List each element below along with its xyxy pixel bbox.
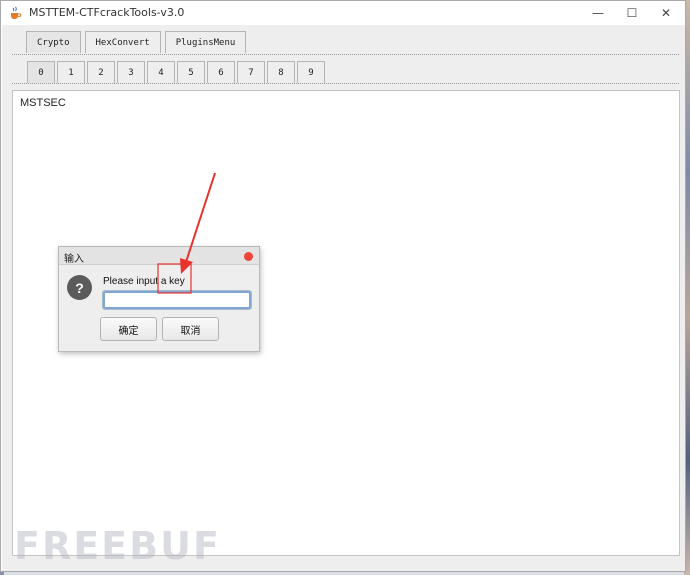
tab-divider-top: [12, 54, 679, 55]
input-dialog: 输入 ? Please input a key 确定 取消: [58, 246, 260, 352]
minimize-button[interactable]: —: [581, 1, 615, 25]
number-tab-bar: 0 1 2 3 4 5 6 7 8 9: [27, 61, 325, 83]
dialog-title-bar[interactable]: 输入: [59, 247, 259, 265]
close-button[interactable]: ✕: [649, 1, 683, 25]
watermark: FREEBUF: [14, 524, 221, 568]
title-bar[interactable]: MSTTEM-CTFcrackTools-v3.0 — ☐ ✕: [1, 1, 685, 25]
close-dot-icon[interactable]: [244, 252, 253, 261]
panel-label: MSTSEC: [20, 97, 66, 109]
key-input[interactable]: [102, 290, 252, 310]
tab-9[interactable]: 9: [297, 61, 325, 83]
java-cup-icon: [11, 6, 22, 19]
tab-2[interactable]: 2: [87, 61, 115, 83]
dialog-title: 输入: [64, 254, 84, 265]
window-title: MSTTEM-CTFcrackTools-v3.0: [29, 6, 185, 19]
tab-8[interactable]: 8: [267, 61, 295, 83]
tab-4[interactable]: 4: [147, 61, 175, 83]
tab-divider-bottom: [12, 83, 679, 84]
tab-pluginsmenu[interactable]: PluginsMenu: [164, 31, 247, 53]
tab-1[interactable]: 1: [57, 61, 85, 83]
maximize-button[interactable]: ☐: [615, 1, 649, 25]
maximize-icon: ☐: [626, 6, 638, 20]
cancel-button[interactable]: 取消: [162, 317, 219, 341]
ok-button[interactable]: 确定: [100, 317, 157, 341]
question-icon: ?: [67, 275, 92, 300]
top-tab-bar: Crypto HexConvert PluginsMenu: [26, 31, 247, 53]
tab-7[interactable]: 7: [237, 61, 265, 83]
minimize-icon: —: [592, 6, 604, 20]
tab-crypto[interactable]: Crypto: [26, 31, 81, 53]
tab-hexconvert[interactable]: HexConvert: [84, 31, 161, 53]
close-icon: ✕: [660, 6, 672, 20]
tab-0[interactable]: 0: [27, 61, 55, 83]
tab-3[interactable]: 3: [117, 61, 145, 83]
dialog-message: Please input a key: [103, 276, 185, 287]
tab-6[interactable]: 6: [207, 61, 235, 83]
tab-5[interactable]: 5: [177, 61, 205, 83]
